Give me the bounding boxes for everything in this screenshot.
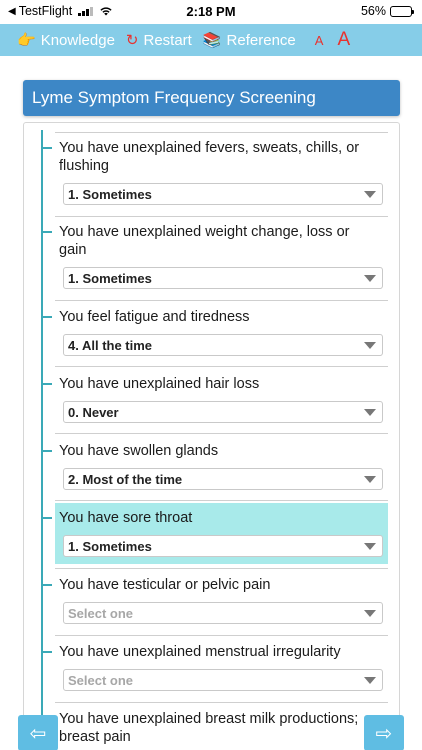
question-text: You have swollen glands <box>59 443 219 459</box>
caret-down-icon <box>364 409 376 416</box>
tree-tick <box>42 450 52 452</box>
status-bar: ◀ TestFlight 2:18 PM 56% <box>0 0 422 22</box>
status-time: 2:18 PM <box>186 4 236 19</box>
answer-value: 1. Sometimes <box>68 186 152 202</box>
question-text: You have unexplained hair loss <box>59 376 260 392</box>
answer-value: 0. Never <box>68 404 119 420</box>
separator <box>55 300 388 301</box>
question-text: You have testicular or pelvic pain <box>59 577 271 593</box>
separator <box>55 433 388 434</box>
separator <box>55 216 388 217</box>
separator <box>55 132 388 133</box>
arrow-right-icon: ⇨ <box>375 722 393 745</box>
question-text: You have unexplained menstrual irregular… <box>59 644 341 660</box>
restart-icon: ↻ <box>125 31 139 49</box>
question-item: You have testicular or pelvic pain Selec… <box>55 576 388 630</box>
font-decrease-button[interactable]: A <box>315 33 324 48</box>
question-item: You have unexplained fevers, sweats, chi… <box>55 139 388 211</box>
knowledge-label: Knowledge <box>40 31 115 49</box>
answer-select[interactable]: 1. Sometimes <box>63 535 383 557</box>
tree-tick <box>42 316 52 318</box>
question-text: You have sore throat <box>59 510 193 526</box>
books-icon: 📚 <box>202 31 222 49</box>
question-item: You have unexplained menstrual irregular… <box>55 643 388 697</box>
separator <box>55 635 388 636</box>
next-button[interactable]: ⇨ <box>364 715 404 750</box>
tree-tick <box>42 651 52 653</box>
answer-value: Select one <box>68 605 134 621</box>
pointing-hand-icon: 👉 <box>17 31 36 49</box>
reference-label: Reference <box>226 31 296 49</box>
separator <box>55 702 388 703</box>
font-increase-button[interactable]: A <box>337 29 350 51</box>
arrow-left-icon: ⇦ <box>29 722 47 745</box>
restart-label: Restart <box>143 31 192 49</box>
tree-tick <box>42 584 52 586</box>
toolbar: 👉 Knowledge ↻ Restart 📚 Reference A A <box>0 24 422 56</box>
question-text: You feel fatigue and tiredness <box>59 309 250 325</box>
question-item-highlighted: You have sore throat 1. Sometimes <box>55 503 388 564</box>
status-right: 56% <box>360 4 414 18</box>
answer-select[interactable]: 2. Most of the time <box>63 468 383 490</box>
caret-down-icon <box>364 342 376 349</box>
tree-tick <box>42 147 52 149</box>
battery-percent: 56% <box>360 4 386 18</box>
separator <box>55 500 388 501</box>
tree-line <box>41 130 43 750</box>
tree-tick <box>42 231 52 233</box>
answer-value: 4. All the time <box>68 337 153 353</box>
tree-tick <box>42 383 52 385</box>
answer-select[interactable]: 4. All the time <box>63 334 383 356</box>
answer-select[interactable]: 0. Never <box>63 401 383 423</box>
question-text: You have unexplained weight change, loss… <box>59 224 350 258</box>
screening-title: Lyme Symptom Frequency Screening <box>23 80 400 116</box>
caret-down-icon <box>364 543 376 550</box>
question-text: You have unexplained fevers, sweats, chi… <box>59 140 360 174</box>
answer-value: Select one <box>68 672 134 688</box>
caret-down-icon <box>364 677 376 684</box>
separator <box>55 568 388 569</box>
answer-value: 1. Sometimes <box>68 270 152 286</box>
answer-select[interactable]: 1. Sometimes <box>63 267 383 289</box>
tree-tick <box>42 517 52 519</box>
knowledge-button[interactable]: 👉 Knowledge <box>17 32 115 49</box>
caret-down-icon <box>364 191 376 198</box>
question-text: You have unexplained breast milk product… <box>59 711 359 745</box>
question-item: You have unexplained breast milk product… <box>55 710 388 750</box>
answer-select[interactable]: Select one <box>63 602 383 624</box>
question-item: You have unexplained hair loss 0. Never <box>55 375 388 429</box>
question-item: You have unexplained weight change, loss… <box>55 223 388 295</box>
caret-down-icon <box>364 275 376 282</box>
question-item: You feel fatigue and tiredness 4. All th… <box>55 308 388 362</box>
restart-button[interactable]: ↻ Restart <box>126 32 192 49</box>
answer-select[interactable]: 1. Sometimes <box>63 183 383 205</box>
separator <box>55 366 388 367</box>
battery-icon <box>390 5 414 17</box>
reference-button[interactable]: 📚 Reference <box>203 32 296 49</box>
previous-button[interactable]: ⇦ <box>18 715 58 750</box>
answer-value: 2. Most of the time <box>68 471 183 487</box>
question-item: You have swollen glands 2. Most of the t… <box>55 442 388 496</box>
caret-down-icon <box>364 610 376 617</box>
answer-select[interactable]: Select one <box>63 669 383 691</box>
caret-down-icon <box>364 476 376 483</box>
answer-value: 1. Sometimes <box>68 538 152 554</box>
